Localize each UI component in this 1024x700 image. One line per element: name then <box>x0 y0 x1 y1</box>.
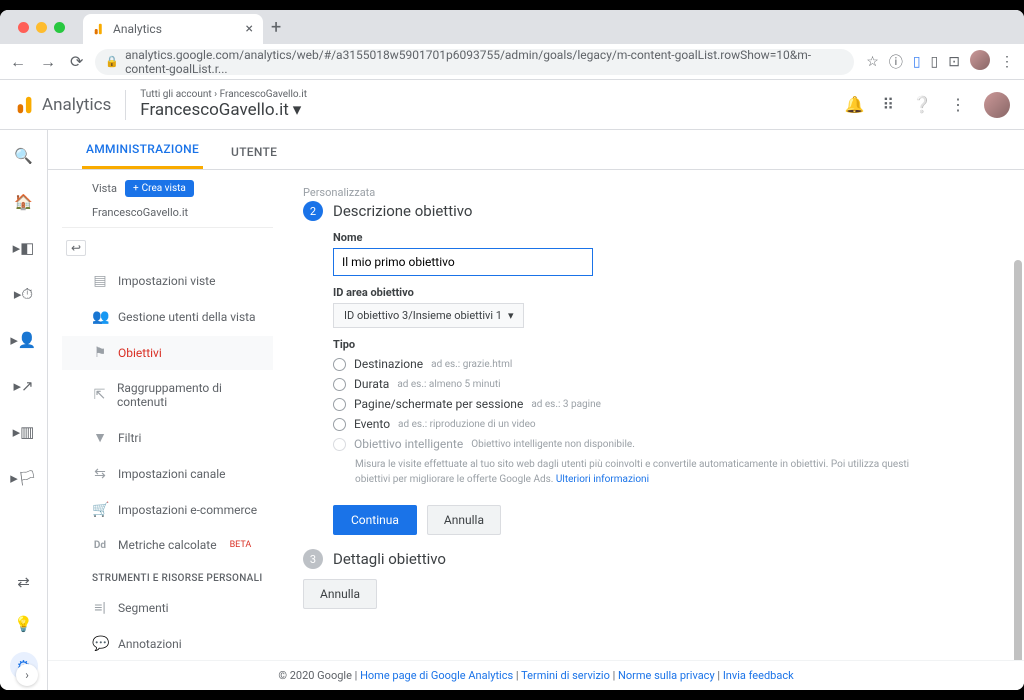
menu-channel-settings[interactable]: ⇆Impostazioni canale <box>62 457 273 491</box>
create-view-button[interactable]: +Crea vista <box>125 180 194 197</box>
channel-icon: ⇆ <box>92 466 108 482</box>
scrollbar-thumb[interactable] <box>1014 260 1022 680</box>
attribution-icon[interactable]: ⇄ <box>10 568 38 596</box>
step-badge-3: 3 <box>303 549 323 569</box>
step-badge-2: 2 <box>303 201 323 221</box>
menu-annotations[interactable]: 💬Annotazioni <box>62 627 273 661</box>
name-label: Nome <box>333 231 984 244</box>
menu-filters[interactable]: ▼Filtri <box>62 420 273 455</box>
menu-content-grouping[interactable]: ⇱Raggruppamento di contenuti <box>62 372 273 418</box>
app-header: Analytics Tutti gli account › FrancescoG… <box>0 80 1024 130</box>
star-icon[interactable]: ☆ <box>866 54 879 70</box>
back-button[interactable]: ↩ <box>66 240 86 256</box>
goal-slot-select[interactable]: ID obiettivo 3/Insieme obiettivi 1▾ <box>333 303 524 328</box>
customization-icon[interactable]: ▸◧ <box>10 234 38 262</box>
step3-title: Dettagli obiettivo <box>333 550 446 568</box>
type-label: Tipo <box>333 338 984 351</box>
continue-button[interactable]: Continua <box>333 505 417 535</box>
menu-user-management[interactable]: 👥Gestione utenti della vista <box>62 300 273 334</box>
expand-rail-button[interactable]: › <box>16 664 38 686</box>
chevron-down-icon: ▾ <box>293 100 302 120</box>
extension-icon-3[interactable]: ▯ <box>931 54 939 70</box>
radio-pages[interactable]: Pagine/schermate per sessionead es.: 3 p… <box>333 397 984 411</box>
cancel-button[interactable]: Annulla <box>427 505 501 535</box>
menu-icon[interactable]: ⋮ <box>1000 54 1014 70</box>
notifications-icon[interactable]: 🔔 <box>844 95 864 114</box>
document-icon: ▤ <box>92 273 108 289</box>
menu-ecommerce[interactable]: 🛒Impostazioni e-commerce <box>62 493 273 527</box>
smart-goal-description: Misura le visite effettuate al tuo sito … <box>355 457 915 487</box>
avatar[interactable] <box>984 92 1010 118</box>
analytics-logo-icon <box>14 94 36 116</box>
goal-form: Personalizzata 2 Descrizione obiettivo N… <box>273 170 1024 690</box>
apps-icon[interactable]: ⠿ <box>882 95 894 114</box>
menu-calculated-metrics[interactable]: DdMetriche calcolateBETA <box>62 529 273 561</box>
view-selector[interactable]: FrancescoGavello.it <box>62 203 273 228</box>
menu-view-settings[interactable]: ▤Impostazioni viste <box>62 264 273 298</box>
browser-chrome: Analytics × + ← → ⟳ 🔒 analytics.google.c… <box>0 10 1024 80</box>
back-button[interactable]: ← <box>10 52 26 72</box>
goal-name-input[interactable] <box>333 248 593 276</box>
flag-icon: ⚑ <box>92 345 108 361</box>
footer-link-terms[interactable]: Termini di servizio <box>521 669 610 682</box>
learn-more-link[interactable]: Ulteriori informazioni <box>556 474 649 485</box>
segments-icon: ≡| <box>92 599 108 616</box>
lock-icon: 🔒 <box>105 55 119 68</box>
home-icon[interactable]: 🏠 <box>10 188 38 216</box>
tab-admin[interactable]: AMMINISTRAZIONE <box>82 132 203 169</box>
users-icon: 👥 <box>92 309 108 325</box>
footer-link-feedback[interactable]: Invia feedback <box>723 669 794 682</box>
metrics-icon: Dd <box>92 540 108 551</box>
menu-goals[interactable]: ⚑Obiettivi <box>62 336 273 370</box>
left-nav-rail: 🔍 🏠 ▸◧ ▸⏱ ▸👤 ▸↗ ▸▥ ▸🏳 ⇄ 💡 ⚙ <box>0 130 48 690</box>
extension-icon-2[interactable]: ▯ <box>913 54 921 70</box>
radio-event[interactable]: Eventoad es.: riproduzione di un video <box>333 417 984 431</box>
admin-sidebar: Vista +Crea vista FrancescoGavello.it ↩ … <box>48 170 273 690</box>
radio-destination[interactable]: Destinazionead es.: grazie.html <box>333 357 984 371</box>
slot-label: ID area obiettivo <box>333 286 984 299</box>
conversions-icon[interactable]: ▸🏳 <box>10 464 38 492</box>
behavior-icon[interactable]: ▸▥ <box>10 418 38 446</box>
radio-duration[interactable]: Durataad es.: almeno 5 minuti <box>333 377 984 391</box>
extension-icon[interactable]: ⓘ <box>889 52 903 72</box>
tab-title: Analytics <box>113 22 162 36</box>
realtime-icon[interactable]: ▸⏱ <box>10 280 38 308</box>
url-text: analytics.google.com/analytics/web/#/a31… <box>125 48 844 76</box>
menu-segments[interactable]: ≡|Segmenti <box>62 590 273 625</box>
audience-icon[interactable]: ▸👤 <box>10 326 38 354</box>
product-name: Analytics <box>42 95 111 115</box>
close-icon[interactable]: × <box>246 21 253 37</box>
footer-link-privacy[interactable]: Norme sulla privacy <box>618 669 715 682</box>
radio-smart: Obiettivo intelligenteObiettivo intellig… <box>333 437 984 451</box>
footer-link-home[interactable]: Home page di Google Analytics <box>360 669 513 682</box>
window-controls[interactable] <box>10 22 73 33</box>
filter-icon: ▼ <box>92 429 108 446</box>
forward-button[interactable]: → <box>40 52 56 72</box>
more-icon[interactable]: ⋮ <box>950 95 966 114</box>
search-icon[interactable]: 🔍 <box>10 142 38 170</box>
page-footer: © 2020 Google | Home page di Google Anal… <box>48 660 1024 690</box>
property-selector[interactable]: Tutti gli account › FrancescoGavello.it … <box>140 89 307 120</box>
reload-button[interactable]: ⟳ <box>70 52 83 72</box>
acquisition-icon[interactable]: ▸↗ <box>10 372 38 400</box>
browser-tab[interactable]: Analytics × <box>83 14 263 44</box>
cart-icon: 🛒 <box>92 502 108 518</box>
group-icon: ⇱ <box>92 387 107 403</box>
discover-icon[interactable]: 💡 <box>10 610 38 638</box>
profile-icon[interactable] <box>970 50 990 74</box>
cancel-button-bottom[interactable]: Annulla <box>303 579 377 609</box>
address-bar[interactable]: 🔒 analytics.google.com/analytics/web/#/a… <box>95 49 854 75</box>
annotation-icon: 💬 <box>92 636 108 652</box>
chevron-down-icon: ▾ <box>508 309 514 322</box>
tab-user[interactable]: UTENTE <box>227 135 281 169</box>
section-personal: STRUMENTI E RISORSE PERSONALI <box>62 563 273 588</box>
help-icon[interactable]: ❔ <box>912 95 932 114</box>
step1-subtitle: Personalizzata <box>303 186 984 199</box>
step2-title: Descrizione obiettivo <box>333 202 472 220</box>
new-tab-button[interactable]: + <box>271 17 281 38</box>
vista-label: Vista <box>92 182 117 195</box>
extension-icon-4[interactable]: ⊡ <box>948 54 960 70</box>
